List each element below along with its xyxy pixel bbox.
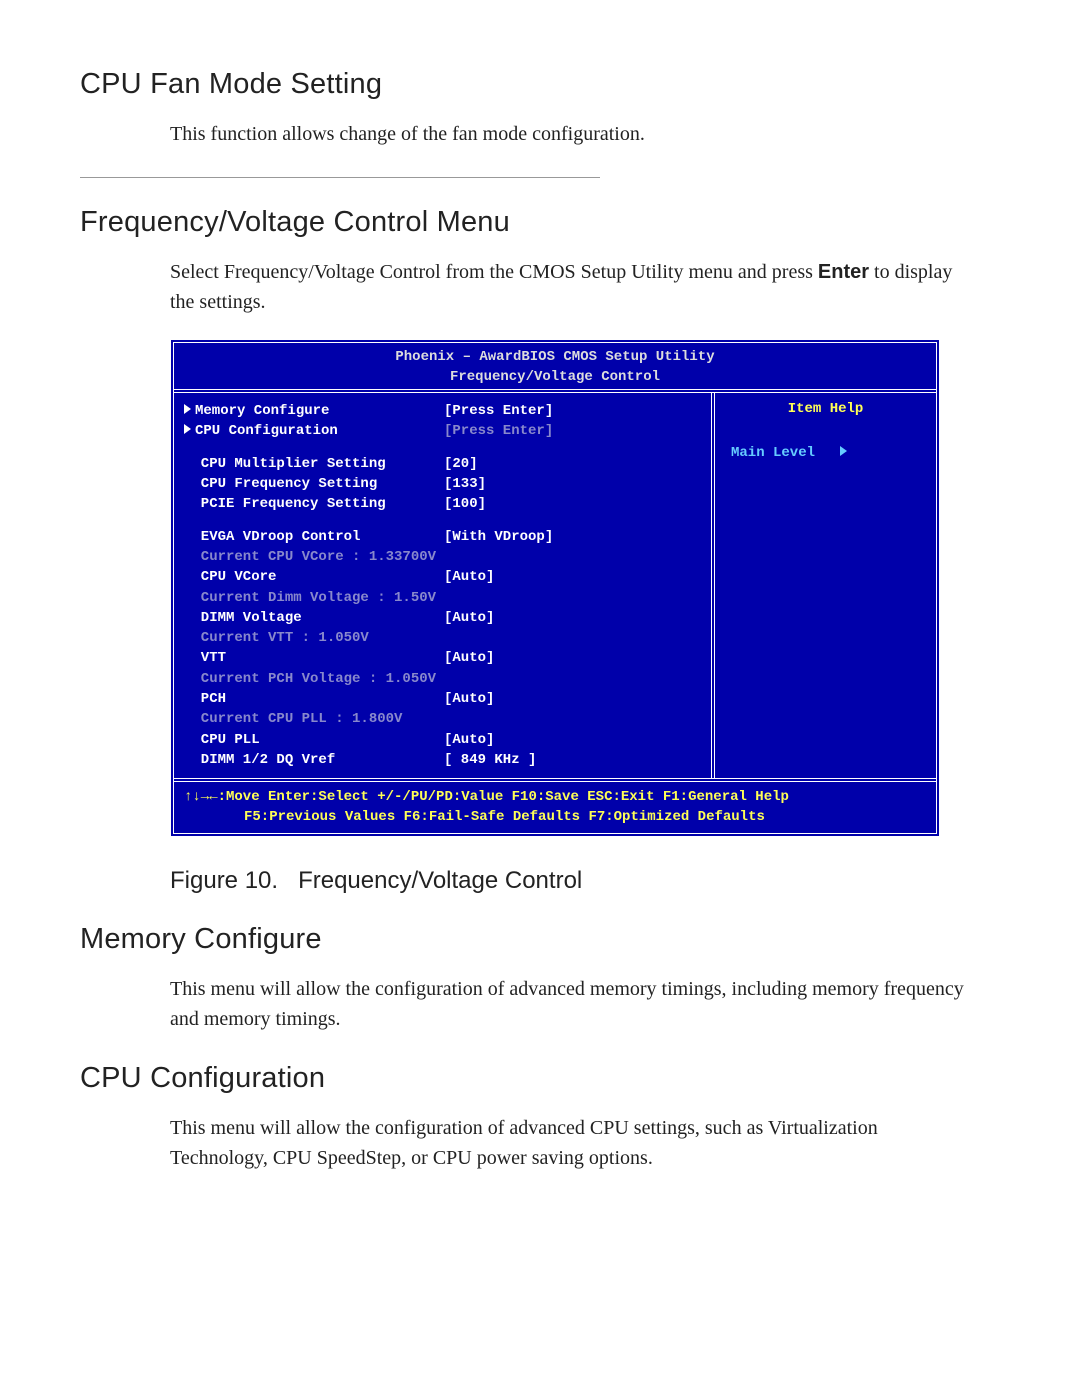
bios-row: CPU Configuration[Press Enter] (184, 421, 701, 441)
heading-cpu-conf: CPU Configuration (80, 1062, 1000, 1095)
figure-number: Figure 10. (170, 867, 278, 894)
bios-row-label: CPU Configuration (184, 421, 444, 441)
bios-row: CPU Frequency Setting[133] (184, 474, 701, 494)
bios-row-value: [Auto] (444, 608, 701, 628)
bios-row: CPU VCore[Auto] (184, 567, 701, 587)
bios-title: Phoenix – AwardBIOS CMOS Setup Utility F… (174, 343, 936, 389)
bios-row: Current CPU VCore : 1.33700V (184, 547, 701, 567)
bios-row: Current PCH Voltage : 1.050V (184, 669, 701, 689)
bios-row: EVGA VDroop Control[With VDroop] (184, 527, 701, 547)
triangle-icon (840, 446, 847, 456)
bios-row-value (444, 628, 701, 648)
main-level: Main Level (725, 445, 926, 461)
bios-screenshot: Phoenix – AwardBIOS CMOS Setup Utility F… (170, 339, 1000, 837)
bios-row-label: Current VTT : 1.050V (184, 628, 444, 648)
bios-row: PCH[Auto] (184, 689, 701, 709)
bios-title-line2: Frequency/Voltage Control (450, 369, 660, 385)
bios-row-label: Current Dimm Voltage : 1.50V (184, 588, 444, 608)
bios-body: Memory Configure[Press Enter]CPU Configu… (174, 389, 936, 782)
triangle-icon (184, 424, 191, 434)
bios-row-label: Current CPU PLL : 1.800V (184, 709, 444, 729)
bios-row-value (444, 588, 701, 608)
para-mem-conf: This menu will allow the configuration o… (170, 974, 970, 1034)
bios-row-value: [ 849 KHz ] (444, 750, 701, 770)
bios-row-value: [133] (444, 474, 701, 494)
bios-row-label: CPU VCore (184, 567, 444, 587)
bios-box: Phoenix – AwardBIOS CMOS Setup Utility F… (170, 339, 940, 837)
para-frag-1: Select Frequency/Voltage Control from th… (170, 261, 818, 283)
bios-row-value: [With VDroop] (444, 527, 701, 547)
bios-spacer (184, 442, 701, 454)
bios-row-label: CPU Multiplier Setting (184, 454, 444, 474)
para-cpu-fan: This function allows change of the fan m… (170, 119, 970, 149)
enter-key: Enter (818, 261, 869, 283)
para-freq-menu: Select Frequency/Voltage Control from th… (170, 257, 970, 317)
bios-row-label: Memory Configure (184, 401, 444, 421)
bios-help-pane: Item Help Main Level (711, 393, 936, 778)
bios-row-value: [Press Enter] (444, 401, 701, 421)
footer-line2: F5:Previous Values F6:Fail-Safe Defaults… (184, 808, 926, 828)
bios-row: CPU PLL[Auto] (184, 730, 701, 750)
figure-title: Frequency/Voltage Control (298, 867, 582, 894)
bios-row: Memory Configure[Press Enter] (184, 401, 701, 421)
bios-row-value: [Auto] (444, 648, 701, 668)
section-divider (80, 177, 600, 178)
bios-row-label: PCH (184, 689, 444, 709)
bios-row-label: DIMM Voltage (184, 608, 444, 628)
bios-spacer (184, 515, 701, 527)
bios-row-value (444, 669, 701, 689)
bios-row-value: [Press Enter] (444, 421, 701, 441)
bios-row-label: CPU Frequency Setting (184, 474, 444, 494)
heading-cpu-fan: CPU Fan Mode Setting (80, 68, 1000, 101)
bios-row-value: [Auto] (444, 689, 701, 709)
bios-row: DIMM 1/2 DQ Vref[ 849 KHz ] (184, 750, 701, 770)
bios-row: DIMM Voltage[Auto] (184, 608, 701, 628)
bios-row-label: PCIE Frequency Setting (184, 494, 444, 514)
main-level-text: Main Level (731, 445, 815, 461)
bios-row: PCIE Frequency Setting[100] (184, 494, 701, 514)
bios-row-value: [Auto] (444, 567, 701, 587)
bios-row-value (444, 547, 701, 567)
bios-row-label: DIMM 1/2 DQ Vref (184, 750, 444, 770)
bios-row-value (444, 709, 701, 729)
bios-row: Current VTT : 1.050V (184, 628, 701, 648)
bios-row-value: [Auto] (444, 730, 701, 750)
heading-freq-menu: Frequency/Voltage Control Menu (80, 206, 1000, 239)
bios-row-value: [20] (444, 454, 701, 474)
bios-row-label: VTT (184, 648, 444, 668)
bios-row-value: [100] (444, 494, 701, 514)
item-help-label: Item Help (725, 401, 926, 417)
para-cpu-conf: This menu will allow the configuration o… (170, 1113, 970, 1173)
bios-footer: ↑↓→←:Move Enter:Select +/-/PU/PD:Value F… (174, 782, 936, 833)
bios-left-pane: Memory Configure[Press Enter]CPU Configu… (174, 393, 711, 778)
bios-row: Current Dimm Voltage : 1.50V (184, 588, 701, 608)
bios-row-label: Current PCH Voltage : 1.050V (184, 669, 444, 689)
bios-row-label: Current CPU VCore : 1.33700V (184, 547, 444, 567)
triangle-icon (184, 404, 191, 414)
bios-row-label: CPU PLL (184, 730, 444, 750)
heading-mem-conf: Memory Configure (80, 923, 1000, 956)
bios-row-label: EVGA VDroop Control (184, 527, 444, 547)
figure-caption: Figure 10. Frequency/Voltage Control (170, 867, 1000, 895)
bios-row: Current CPU PLL : 1.800V (184, 709, 701, 729)
bios-row: VTT[Auto] (184, 648, 701, 668)
bios-title-line1: Phoenix – AwardBIOS CMOS Setup Utility (395, 349, 714, 365)
bios-row: CPU Multiplier Setting[20] (184, 454, 701, 474)
footer-line1: ↑↓→←:Move Enter:Select +/-/PU/PD:Value F… (184, 788, 926, 808)
